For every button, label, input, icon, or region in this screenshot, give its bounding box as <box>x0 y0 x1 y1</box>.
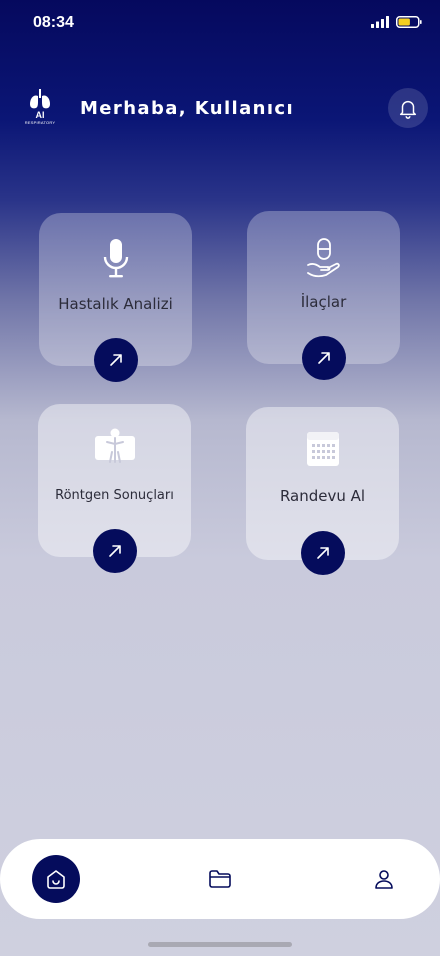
arrow-up-right-icon <box>109 545 121 557</box>
open-book-appointment-button[interactable] <box>301 531 345 575</box>
bell-icon <box>399 100 417 119</box>
nav-profile-button[interactable] <box>370 865 398 893</box>
microphone-icon <box>39 237 192 281</box>
card-label: Röntgen Sonuçları <box>55 488 174 503</box>
card-label: Randevu Al <box>279 487 366 505</box>
logo-text: AI <box>35 110 45 120</box>
open-xray-results-button[interactable] <box>93 529 137 573</box>
nav-folder-button[interactable] <box>206 867 234 891</box>
card-label: Hastalık Analizi <box>58 295 173 313</box>
battery-icon <box>396 16 422 28</box>
signal-icon <box>371 16 389 28</box>
xray-person-icon <box>38 428 191 466</box>
profile-icon <box>375 870 393 889</box>
arrow-up-right-icon <box>318 352 330 364</box>
open-disease-analysis-button[interactable] <box>94 338 138 382</box>
folder-icon <box>209 870 231 888</box>
status-bar: 08:34 <box>0 0 440 44</box>
card-xray-results[interactable]: Röntgen Sonuçları <box>38 404 191 573</box>
pill-hand-icon <box>247 237 400 279</box>
arrow-up-right-icon <box>110 354 122 366</box>
nav-home-button[interactable] <box>32 855 80 903</box>
notifications-button[interactable] <box>388 88 428 128</box>
status-time: 08:34 <box>33 14 74 31</box>
card-medications[interactable]: İlaçlar <box>247 211 400 380</box>
card-label: İlaçlar <box>300 293 347 311</box>
home-icon <box>47 870 65 889</box>
calendar-icon <box>246 431 399 467</box>
home-indicator <box>148 942 292 947</box>
card-disease-analysis[interactable]: Hastalık Analizi <box>39 213 192 382</box>
logo-subtext: RESPIRATORY <box>24 120 56 125</box>
arrow-up-right-icon <box>317 547 329 559</box>
app-logo: AI RESPIRATORY <box>20 88 60 128</box>
bottom-nav <box>0 839 440 919</box>
open-medications-button[interactable] <box>302 336 346 380</box>
greeting-title: Merhaba, Kullanıcı <box>80 98 295 119</box>
lungs-icon <box>30 89 50 109</box>
header: AI RESPIRATORY Merhaba, Kullanıcı <box>0 86 440 130</box>
card-book-appointment[interactable]: Randevu Al <box>246 407 399 575</box>
